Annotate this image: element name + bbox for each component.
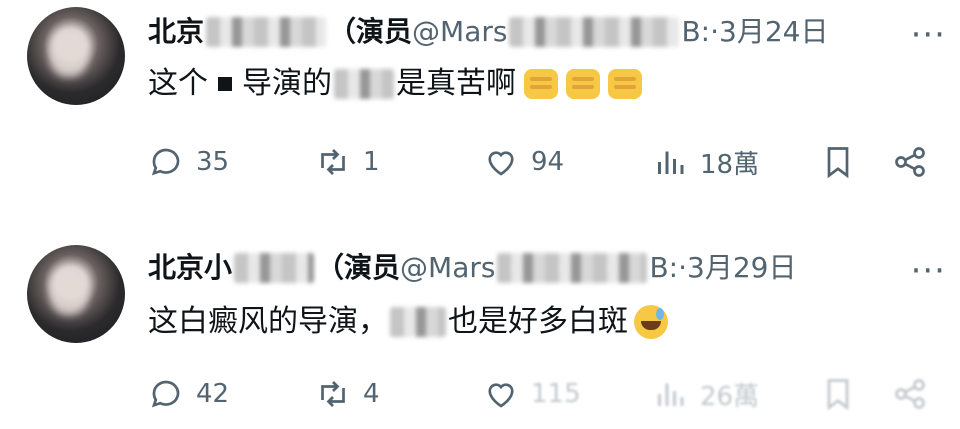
repost-button[interactable]: 1 xyxy=(315,138,380,186)
sweat-smile-emoji-icon xyxy=(634,305,668,339)
reply-icon xyxy=(151,148,180,176)
share-icon xyxy=(895,147,925,177)
hand-emoji-icon xyxy=(566,69,600,99)
author-name-suffix[interactable]: （演员 xyxy=(328,10,412,54)
post-text-a: 这白癜风的导演， xyxy=(148,304,388,339)
redacted-text xyxy=(334,69,394,99)
bookmark-icon xyxy=(827,379,849,411)
share-button[interactable] xyxy=(892,370,928,418)
like-count: 94 xyxy=(531,147,565,177)
separator-dot: · xyxy=(710,15,720,48)
redacted-handle xyxy=(497,253,648,283)
post-header: 北京 （演员 @Mars B: · 3月24日 xyxy=(148,10,828,54)
views-button[interactable]: 18萬 xyxy=(652,138,759,186)
views-icon xyxy=(658,151,684,174)
author-name-suffix[interactable]: （演员 xyxy=(316,246,400,290)
handle-tail: B: xyxy=(649,251,679,284)
like-button[interactable]: 94 xyxy=(483,138,564,186)
hand-emoji-icon xyxy=(608,69,642,99)
action-bar: 42 4 115 26萬 xyxy=(0,370,960,418)
post-1[interactable]: 北京 （演员 @Mars B: · 3月24日 ··· 这个 导演的 是真苦啊 … xyxy=(0,0,960,214)
reply-count: 42 xyxy=(196,379,230,409)
more-icon[interactable]: ··· xyxy=(911,15,946,55)
redacted-block xyxy=(218,77,232,91)
action-bar: 35 1 94 18萬 xyxy=(0,138,960,186)
more-icon[interactable]: ··· xyxy=(911,251,946,291)
repost-icon xyxy=(321,381,345,407)
post-text: 这个 导演的 是真苦啊 xyxy=(148,62,642,106)
post-date[interactable]: 3月29日 xyxy=(687,246,796,290)
reply-button[interactable]: 35 xyxy=(148,138,229,186)
bookmark-icon xyxy=(827,147,849,179)
post-text-a: 这个 xyxy=(148,66,208,101)
author-handle[interactable]: @Mars xyxy=(412,10,507,54)
repost-count: 4 xyxy=(363,379,380,409)
reply-count: 35 xyxy=(196,147,230,177)
redacted-name xyxy=(206,17,327,47)
redacted-text xyxy=(390,307,446,337)
post-header: 北京小 （演员 @Mars B: · 3月29日 xyxy=(148,246,796,290)
like-count: 115 xyxy=(531,379,581,409)
avatar[interactable] xyxy=(27,245,125,343)
redacted-name xyxy=(234,253,315,283)
share-icon xyxy=(895,379,925,409)
reply-icon xyxy=(151,380,180,408)
bookmark-button[interactable] xyxy=(820,370,856,418)
post-text-c: 也是好多白斑 xyxy=(448,304,628,339)
repost-button[interactable]: 4 xyxy=(315,370,380,418)
post-2[interactable]: 北京小 （演员 @Mars B: · 3月29日 ··· 这白癜风的导演， 也是… xyxy=(0,214,960,428)
repost-count: 1 xyxy=(363,147,380,177)
post-date[interactable]: 3月24日 xyxy=(719,10,828,54)
hand-emoji-icon xyxy=(524,69,558,99)
views-icon xyxy=(658,383,684,406)
like-button[interactable]: 115 xyxy=(483,370,581,418)
post-text: 这白癜风的导演， 也是好多白斑 xyxy=(148,300,668,344)
author-handle[interactable]: @Mars xyxy=(400,246,495,290)
views-button[interactable]: 26萬 xyxy=(652,370,759,418)
post-text-c: 是真苦啊 xyxy=(396,66,516,101)
views-count: 26萬 xyxy=(700,381,760,412)
handle-tail: B: xyxy=(681,15,711,48)
author-name-prefix[interactable]: 北京小 xyxy=(148,246,232,290)
author-name-prefix[interactable]: 北京 xyxy=(148,10,204,54)
post-text-b: 导演的 xyxy=(242,66,332,101)
share-button[interactable] xyxy=(892,138,928,186)
repost-icon xyxy=(321,149,345,175)
avatar[interactable] xyxy=(27,7,125,105)
redacted-handle xyxy=(509,17,680,47)
like-icon xyxy=(488,151,514,176)
like-icon xyxy=(488,383,514,408)
bookmark-button[interactable] xyxy=(820,138,856,186)
reply-button[interactable]: 42 xyxy=(148,370,229,418)
separator-dot: · xyxy=(678,251,688,284)
views-count: 18萬 xyxy=(700,149,760,180)
